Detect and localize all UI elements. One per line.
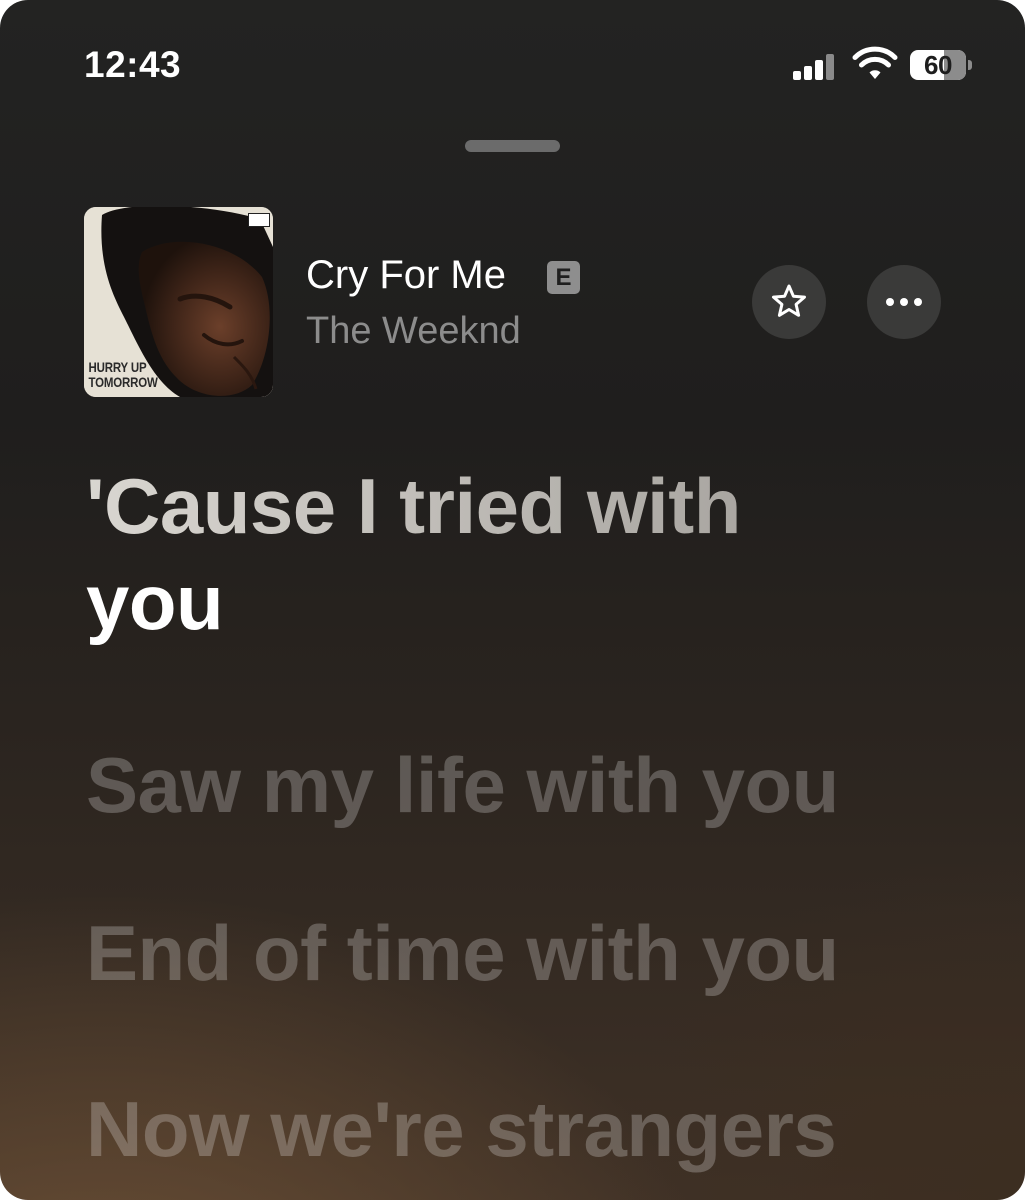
album-artwork[interactable]: HURRY UP TOMORROW xyxy=(84,207,273,397)
cellular-signal-icon xyxy=(793,52,837,80)
lyric-current-sung: 'Cause I tried with xyxy=(86,462,741,550)
lyric-line[interactable]: Now we're strangers xyxy=(86,1084,837,1175)
star-icon xyxy=(772,284,806,317)
more-options-button[interactable] xyxy=(867,265,941,339)
album-art-title: HURRY UP TOMORROW xyxy=(88,359,158,390)
battery-icon: 60 xyxy=(910,50,972,80)
status-time: 12:43 xyxy=(84,44,182,85)
wifi-icon xyxy=(852,46,898,79)
sheet-grabber[interactable] xyxy=(465,140,560,152)
parental-advisory-label xyxy=(248,213,270,227)
lyric-line[interactable]: Saw my life with you xyxy=(86,740,839,831)
battery-level: 60 xyxy=(924,50,952,80)
lyric-line[interactable]: End of time with you xyxy=(86,908,839,999)
lyric-current-active: you xyxy=(86,558,224,646)
lyrics-screen: 12:43 60 HURRY UP TOMORROW Cry For Me E … xyxy=(0,0,1025,1200)
ellipsis-icon xyxy=(886,298,922,306)
song-title: Cry For Me xyxy=(306,253,506,297)
favorite-button[interactable] xyxy=(752,265,826,339)
explicit-badge: E xyxy=(547,261,580,294)
lyric-line-current[interactable]: 'Cause I tried with you xyxy=(86,458,946,650)
artist-name[interactable]: The Weeknd xyxy=(306,310,521,353)
